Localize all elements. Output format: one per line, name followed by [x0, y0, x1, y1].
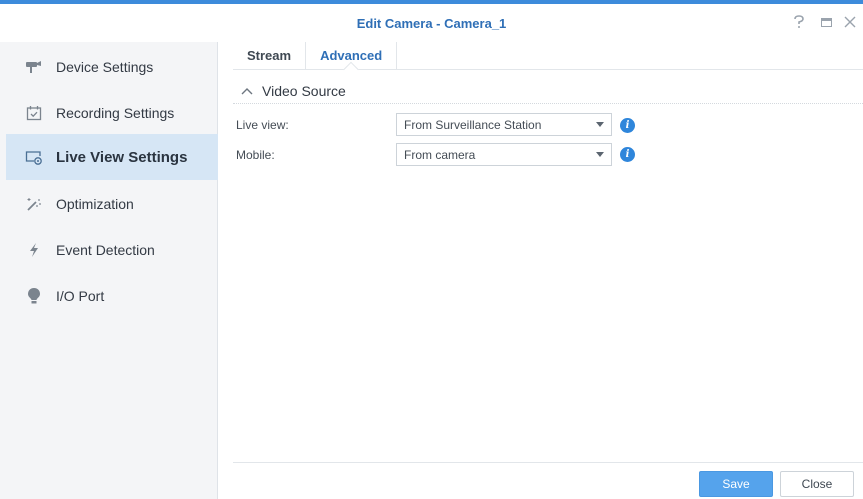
chevron-down-icon: [596, 122, 604, 127]
sidebar-item-io-port[interactable]: I/O Port: [6, 273, 218, 319]
live-view-value: From Surveillance Station: [404, 117, 542, 132]
tab-stream[interactable]: Stream: [233, 42, 307, 69]
info-icon[interactable]: i: [620, 147, 635, 162]
live-view-label: Live view:: [236, 118, 289, 132]
mobile-value: From camera: [404, 147, 476, 162]
live-view-icon: [24, 147, 44, 167]
sidebar-item-event-detection[interactable]: Event Detection: [6, 227, 218, 273]
chevron-down-icon: [596, 152, 604, 157]
lightning-icon: [24, 240, 44, 260]
tab-advanced[interactable]: Advanced: [306, 42, 398, 69]
info-icon[interactable]: i: [620, 118, 635, 133]
calendar-check-icon: [24, 103, 44, 123]
mobile-select[interactable]: From camera: [396, 143, 612, 166]
chevron-up-icon: [240, 84, 254, 98]
mobile-label: Mobile:: [236, 148, 275, 162]
sidebar-item-label: Live View Settings: [56, 148, 188, 166]
bulb-icon: [24, 286, 44, 306]
sidebar-item-recording-settings[interactable]: Recording Settings: [6, 90, 218, 136]
footer-divider: [233, 462, 863, 463]
sidebar-item-label: I/O Port: [56, 288, 105, 304]
sidebar: Device Settings Recording Settings Live …: [0, 42, 218, 499]
magic-wand-icon: [24, 194, 44, 214]
camera-icon: [24, 57, 44, 77]
window-title: Edit Camera - Camera_1: [356, 16, 507, 31]
sidebar-item-optimization[interactable]: Optimization: [6, 181, 218, 227]
sidebar-item-label: Event Detection: [56, 242, 155, 258]
sidebar-item-live-view-settings[interactable]: Live View Settings: [6, 134, 218, 180]
section-title: Video Source: [262, 83, 346, 99]
help-icon[interactable]: [791, 14, 807, 30]
sidebar-item-label: Recording Settings: [56, 105, 175, 121]
save-button[interactable]: Save: [699, 471, 773, 497]
close-icon[interactable]: [842, 14, 858, 30]
maximize-icon[interactable]: [818, 14, 834, 30]
title-bar: Edit Camera - Camera_1: [0, 4, 863, 42]
live-view-select[interactable]: From Surveillance Station: [396, 113, 612, 136]
sidebar-item-label: Optimization: [56, 196, 134, 212]
section-header-video-source[interactable]: Video Source: [240, 80, 346, 102]
tab-bar: Stream Advanced: [233, 42, 863, 70]
close-button[interactable]: Close: [780, 471, 854, 497]
sidebar-item-label: Device Settings: [56, 59, 154, 75]
sidebar-item-device-settings[interactable]: Device Settings: [6, 44, 218, 90]
section-divider: [233, 103, 863, 104]
